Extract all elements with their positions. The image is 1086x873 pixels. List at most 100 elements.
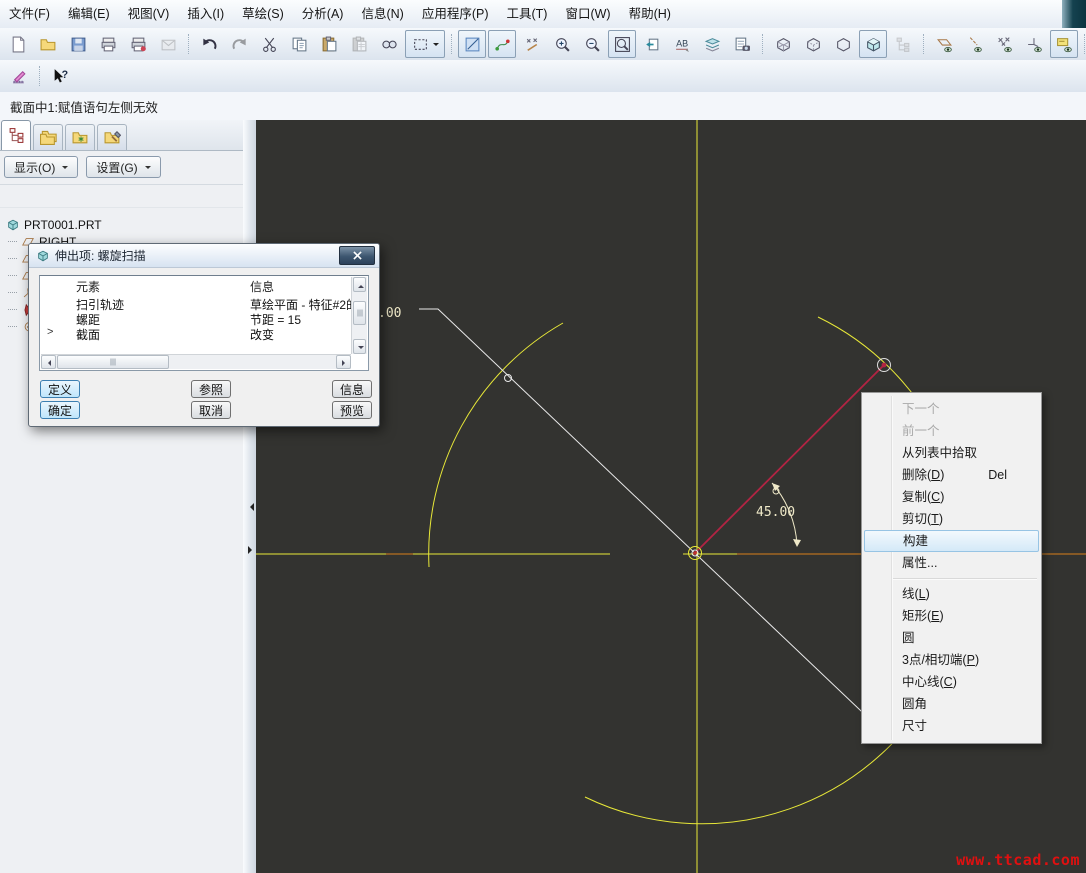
scroll-down-button[interactable] <box>353 339 366 354</box>
ctx-construct[interactable]: 构建 <box>864 530 1039 552</box>
table-vertical-scrollbar[interactable] <box>351 277 367 354</box>
dimension-value-partial[interactable]: .00 <box>378 306 401 321</box>
reference-diagonal-line[interactable] <box>419 309 880 729</box>
wireframe-button[interactable] <box>769 30 797 58</box>
ctx-cut[interactable]: 剪切(T) <box>862 508 1041 530</box>
layers-button[interactable] <box>698 30 726 58</box>
menu-help[interactable]: 帮助(H) <box>620 1 680 28</box>
ctx-previous[interactable]: 前一个 <box>862 420 1041 442</box>
element-row-section[interactable]: > 截面 改变 <box>40 326 351 341</box>
info-button[interactable]: 信息 <box>332 380 372 398</box>
menu-insert[interactable]: 插入(I) <box>178 1 233 28</box>
ctx-dimension[interactable]: 尺寸 <box>862 715 1041 737</box>
redo-button[interactable] <box>225 30 253 58</box>
menu-tools[interactable]: 工具(T) <box>498 1 557 28</box>
ctx-delete[interactable]: 删除(D) Del <box>862 464 1041 486</box>
show-dropdown-button[interactable]: 显示(O) <box>4 156 78 178</box>
ctx-properties[interactable]: 属性... <box>862 552 1041 574</box>
tree-connector <box>8 292 17 293</box>
plane-tag-display-button[interactable] <box>1050 30 1078 58</box>
sketch-view-button[interactable] <box>458 30 486 58</box>
menu-file[interactable]: 文件(F) <box>0 1 59 28</box>
point-edit-button[interactable] <box>518 30 546 58</box>
tab-folder-browser[interactable] <box>65 124 95 150</box>
dropdown-caret-icon[interactable] <box>433 43 439 49</box>
print-button[interactable] <box>94 30 122 58</box>
zoom-out-button[interactable] <box>578 30 606 58</box>
dialog-close-button[interactable] <box>339 246 375 265</box>
send-mail-button[interactable] <box>154 30 182 58</box>
ctx-pick-from-list[interactable]: 从列表中拾取 <box>862 442 1041 464</box>
selected-line-45deg[interactable] <box>695 365 884 553</box>
axis-display-button[interactable] <box>960 30 988 58</box>
cancel-button[interactable]: 取消 <box>191 401 231 419</box>
point-display-button[interactable] <box>990 30 1018 58</box>
no-hidden-button[interactable] <box>829 30 857 58</box>
preview-button[interactable]: 预览 <box>332 401 372 419</box>
table-horizontal-scrollbar[interactable] <box>41 354 351 369</box>
tree-item-part[interactable]: PRT0001.PRT <box>0 216 243 233</box>
paste-button[interactable] <box>315 30 343 58</box>
ctx-line[interactable]: 线(L) <box>862 583 1041 605</box>
ctx-fillet[interactable]: 圆角 <box>862 693 1041 715</box>
undo-button[interactable] <box>195 30 223 58</box>
exit-sketcher-button[interactable] <box>5 62 33 90</box>
select-box-button[interactable] <box>405 30 445 58</box>
menu-applications[interactable]: 应用程序(P) <box>413 1 498 28</box>
spline-points-button[interactable] <box>488 30 516 58</box>
define-button[interactable]: 定义 <box>40 380 80 398</box>
dialog-titlebar[interactable]: 伸出项: 螺旋扫描 <box>29 244 379 268</box>
menu-edit[interactable]: 编辑(E) <box>59 1 119 28</box>
tab-model-tree[interactable] <box>1 120 31 150</box>
line-endpoint-marker[interactable] <box>878 359 891 372</box>
find-button[interactable] <box>375 30 403 58</box>
settings-dropdown-button[interactable]: 设置(G) <box>86 156 160 178</box>
new-document-button[interactable] <box>4 30 32 58</box>
sketch-center-marker[interactable] <box>689 547 702 560</box>
ok-button[interactable]: 确定 <box>40 401 80 419</box>
tab-favorites[interactable] <box>97 124 127 150</box>
ctx-centerline[interactable]: 中心线(C) <box>862 671 1041 693</box>
context-help-button[interactable] <box>46 62 74 90</box>
model-tree-button[interactable] <box>728 30 756 58</box>
reorient-button[interactable] <box>638 30 666 58</box>
open-button[interactable] <box>34 30 62 58</box>
menu-window[interactable]: 窗口(W) <box>556 1 619 28</box>
csys-display-button[interactable] <box>1020 30 1048 58</box>
save-button[interactable] <box>64 30 92 58</box>
zoom-in-button[interactable] <box>548 30 576 58</box>
sketch-arc-upper-left[interactable] <box>429 323 563 567</box>
horizontal-scroll-thumb[interactable] <box>57 355 169 369</box>
ctx-rectangle[interactable]: 矩形(E) <box>862 605 1041 627</box>
menu-sketch[interactable]: 草绘(S) <box>233 1 293 28</box>
menu-view[interactable]: 视图(V) <box>119 1 179 28</box>
refs-button[interactable]: 参照 <box>191 380 231 398</box>
menu-analysis[interactable]: 分析(A) <box>293 1 353 28</box>
ctx-circle[interactable]: 圆 <box>862 627 1041 649</box>
hidden-line-button[interactable] <box>799 30 827 58</box>
datum-plane-display-button[interactable] <box>930 30 958 58</box>
vertical-scroll-thumb[interactable] <box>353 301 366 325</box>
ctx-next[interactable]: 下一个 <box>862 398 1041 420</box>
collapse-panel-arrow-icon[interactable] <box>246 503 254 511</box>
scroll-up-button[interactable] <box>353 277 366 292</box>
tab-layer-tree[interactable] <box>33 124 63 150</box>
print-setup-button[interactable] <box>124 30 152 58</box>
ctx-copy[interactable]: 复制(C) <box>862 486 1041 508</box>
ctx-3point-tangent[interactable]: 3点/相切端(P) <box>862 649 1041 671</box>
scroll-right-button[interactable] <box>336 355 351 369</box>
menu-info[interactable]: 信息(N) <box>352 1 412 28</box>
element-row-pitch[interactable]: 螺距 节距 = 15 <box>40 311 351 326</box>
cut-button[interactable] <box>255 30 283 58</box>
expand-panel-arrow-icon[interactable] <box>248 546 256 554</box>
tree-filter-button[interactable] <box>889 30 917 58</box>
copy-button[interactable] <box>285 30 313 58</box>
zoom-fit-button[interactable] <box>608 30 636 58</box>
shaded-button[interactable] <box>859 30 887 58</box>
panel-splitter[interactable] <box>243 120 257 873</box>
angle-dimension[interactable]: 45.00 <box>756 483 801 547</box>
paste-special-button[interactable] <box>345 30 373 58</box>
scroll-left-button[interactable] <box>41 355 56 369</box>
element-row-trajectory[interactable]: 扫引轨迹 草绘平面 - 特征#2的 <box>40 296 351 311</box>
annotation-button[interactable] <box>668 30 696 58</box>
